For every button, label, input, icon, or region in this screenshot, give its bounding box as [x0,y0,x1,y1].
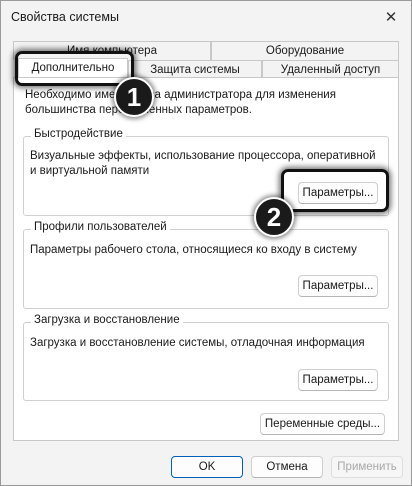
user-profiles-title: Профили пользователей [31,221,170,233]
tab-system-protection[interactable]: Защита системы [128,60,262,78]
admin-notice: Необходимо иметь права администратора дл… [25,89,336,116]
step-1-badge: 1 [114,77,154,117]
tab-hardware[interactable]: Оборудование [211,41,399,60]
close-button[interactable]: ✕ [371,1,411,33]
startup-recovery-title: Загрузка и восстановление [31,314,183,326]
user-profiles-group: Профили пользователей Параметры рабочего… [23,221,389,309]
advanced-tab-panel: Необходимо иметь права администратора дл… [13,77,399,441]
system-properties-window: Свойства системы ✕ Имя компьютера Оборуд… [0,0,412,486]
tab-label: Оборудование [265,45,345,57]
environment-variables-button[interactable]: Переменные среды... [260,413,385,435]
startup-recovery-group: Загрузка и восстановление Загрузка и вос… [23,314,389,401]
performance-button-highlight [281,169,389,212]
step-2-badge: 2 [254,197,294,237]
startup-recovery-description: Загрузка и восстановление системы, отлад… [30,337,365,349]
apply-button[interactable]: Применить [331,456,403,478]
close-icon: ✕ [384,9,398,26]
title-bar: Свойства системы ✕ [1,1,411,33]
tab-label: Удаленный доступ [280,64,381,76]
ok-button[interactable]: OK [171,456,243,478]
user-profiles-description: Параметры рабочего стола, относящиеся ко… [30,244,357,256]
advanced-tab-highlight [15,51,134,86]
user-profiles-settings-button[interactable]: Параметры... [298,275,378,297]
performance-title: Быстродействие [31,128,126,140]
startup-recovery-settings-button[interactable]: Параметры... [298,369,378,391]
window-title: Свойства системы [11,10,119,24]
tab-label: Защита системы [150,64,240,76]
tab-remote-access[interactable]: Удаленный доступ [262,60,399,78]
cancel-button[interactable]: Отмена [251,456,323,478]
